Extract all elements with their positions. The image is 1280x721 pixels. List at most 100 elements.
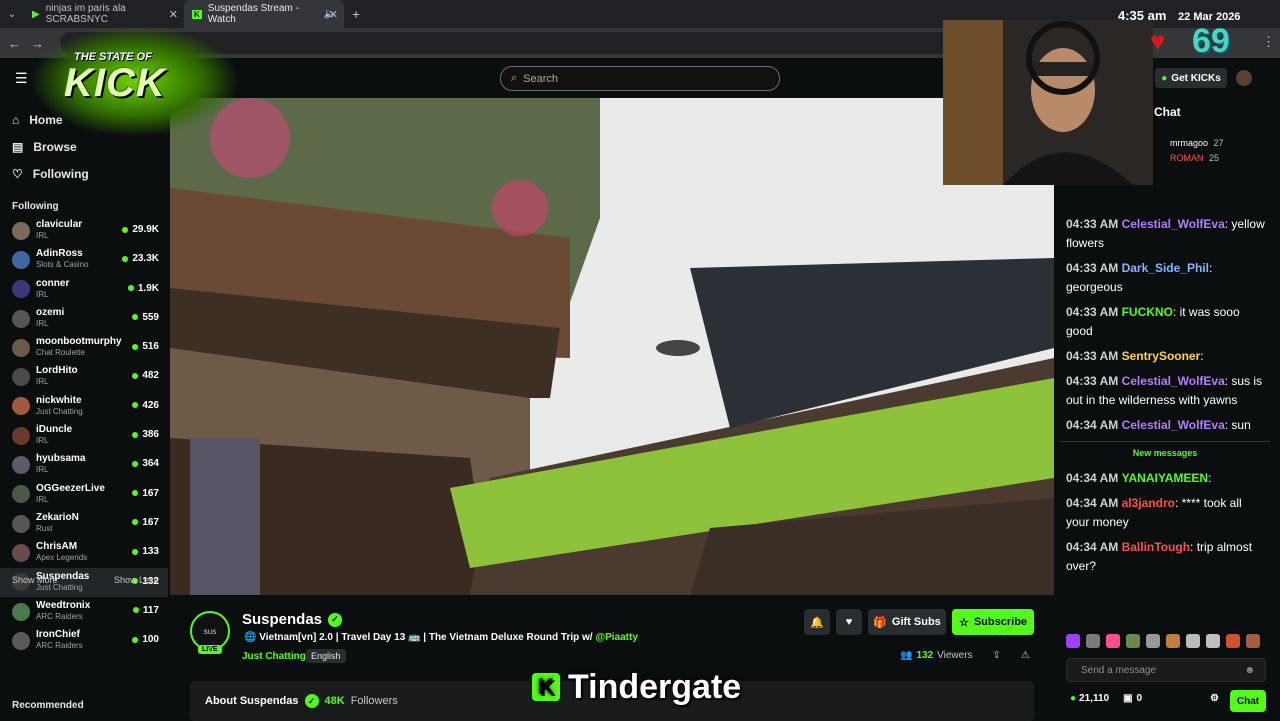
- menu-dots-icon[interactable]: ⋮: [1262, 34, 1275, 50]
- gift-subs-button[interactable]: 🎁 Gift Subs: [868, 609, 946, 635]
- chat-message: 04:33 AM Celestial_WolfEva: sus is out i…: [1066, 374, 1263, 407]
- streamer-webcam-overlay: [943, 20, 1153, 185]
- following-item[interactable]: LordHito IRL 482: [0, 362, 168, 391]
- chat-username[interactable]: BallinTough: [1122, 540, 1190, 554]
- following-item[interactable]: moonbootmurphy Chat Roulette 516: [0, 333, 168, 362]
- emote-icon[interactable]: [1206, 634, 1220, 648]
- chat-input[interactable]: Send a message ☻: [1066, 658, 1266, 682]
- new-tab-button[interactable]: +: [352, 6, 360, 22]
- following-viewers: 1.9K: [127, 283, 159, 294]
- browse-icon: ▤: [12, 139, 24, 154]
- back-icon[interactable]: ←: [8, 36, 21, 51]
- category-link[interactable]: Just Chatting: [242, 651, 306, 662]
- settings-gear-icon[interactable]: ⚙: [1210, 693, 1219, 704]
- new-messages-divider[interactable]: New messages: [1060, 441, 1270, 463]
- emote-icon[interactable]: [1246, 634, 1260, 648]
- avatar: [12, 602, 30, 621]
- following-name: OGGeezerLive: [36, 482, 105, 494]
- kick-logo-icon: K: [532, 673, 560, 701]
- heart-overlay-icon: ♥: [1150, 26, 1166, 56]
- browser-tab-2[interactable]: K Suspendas Stream - Watch 🔈 ✕: [184, 0, 344, 28]
- chat-username[interactable]: Celestial_WolfEva: [1122, 217, 1225, 231]
- chat-username[interactable]: YANAIYAMEEN: [1122, 471, 1208, 485]
- chat-message: 04:33 AM SentrySooner:: [1066, 349, 1204, 363]
- following-item[interactable]: iDuncle IRL 386: [0, 421, 168, 450]
- following-viewers: 482: [132, 370, 159, 381]
- bell-icon: 🔔: [810, 616, 824, 629]
- live-badge: LIVE: [198, 645, 222, 654]
- tab-title: ninjas im paris ala SCRABSNYC: [45, 3, 126, 25]
- emote-icon[interactable]: [1126, 634, 1140, 648]
- tab-menu-icon[interactable]: ⌄: [0, 9, 24, 20]
- user-avatar[interactable]: [1236, 70, 1252, 86]
- chat-timestamp: 04:33 AM: [1066, 305, 1119, 319]
- show-less-button[interactable]: Show Less: [114, 575, 158, 585]
- emote-icon[interactable]: [1106, 634, 1120, 648]
- live-dot-icon: [132, 607, 139, 614]
- close-tab-icon[interactable]: ✕: [169, 8, 178, 21]
- chat-username[interactable]: al3jandro: [1122, 496, 1175, 510]
- mention-link[interactable]: @Piaatty: [595, 632, 638, 643]
- following-name: nickwhite: [36, 394, 82, 406]
- emote-icon[interactable]: [1066, 634, 1080, 648]
- chat-message: 04:34 AM al3jandro: **** took all your m…: [1066, 496, 1242, 529]
- forward-icon[interactable]: →: [31, 36, 44, 51]
- video-player[interactable]: [170, 98, 1054, 595]
- chat-username[interactable]: Celestial_WolfEva: [1122, 374, 1225, 388]
- following-category: Just Chatting: [36, 406, 83, 416]
- following-item[interactable]: ChrisAM Apex Legends 133: [0, 538, 168, 567]
- emote-icon[interactable]: [1186, 634, 1200, 648]
- following-item[interactable]: OGGeezerLive IRL 167: [0, 480, 168, 509]
- following-item[interactable]: nickwhite Just Chatting 426: [0, 392, 168, 421]
- close-tab-icon[interactable]: ✕: [329, 8, 338, 21]
- following-item[interactable]: Weedtronix ARC Raiders 117: [0, 597, 168, 626]
- following-item[interactable]: ZekarioN Rust 167: [0, 509, 168, 538]
- chat-username[interactable]: SentrySooner: [1122, 349, 1201, 363]
- avatar: [12, 338, 30, 357]
- heart-icon: ♡: [12, 166, 23, 181]
- following-name: IronChief: [36, 629, 80, 641]
- following-item[interactable]: hyubsama IRL 364: [0, 450, 168, 479]
- notification-bell-button[interactable]: 🔔: [804, 609, 830, 635]
- chat-username[interactable]: Dark_Side_Phil: [1122, 261, 1209, 275]
- live-dot-icon: [132, 519, 139, 526]
- chat-username[interactable]: FUCKNO: [1122, 305, 1173, 319]
- browser-tab-1[interactable]: ▶ ninjas im paris ala SCRABSNYC ✕: [24, 0, 184, 28]
- chat-send-button[interactable]: Chat: [1230, 690, 1266, 712]
- chat-username[interactable]: Celestial_WolfEva: [1122, 418, 1225, 432]
- following-item[interactable]: clavicular IRL 29.9K: [0, 216, 168, 245]
- following-item[interactable]: conner IRL 1.9K: [0, 275, 168, 304]
- live-dot-icon: [132, 402, 139, 409]
- following-name: ChrisAM: [36, 541, 78, 553]
- gift-icon: 🎁: [873, 616, 887, 629]
- following-category: IRL: [36, 289, 49, 299]
- sidebar-nav-following[interactable]: ♡ Following: [0, 160, 168, 187]
- following-section-title: Following: [12, 201, 59, 212]
- emote-icon[interactable]: [1086, 634, 1100, 648]
- search-input[interactable]: ⌕ Search: [500, 66, 780, 91]
- webcam-image: [943, 20, 1153, 185]
- kicks-icon: ●: [1161, 72, 1168, 84]
- following-item[interactable]: ozemi IRL 559: [0, 304, 168, 333]
- emoji-icon[interactable]: ☻: [1244, 665, 1255, 676]
- sidebar-nav-browse[interactable]: ▤ Browse: [0, 133, 168, 160]
- get-kicks-button[interactable]: ● Get KICKs: [1155, 68, 1227, 88]
- subscribe-button[interactable]: ☆ Subscribe: [952, 609, 1034, 635]
- hamburger-icon[interactable]: ☰: [15, 70, 28, 87]
- report-icon[interactable]: ⚠: [1021, 650, 1030, 661]
- following-name: conner: [36, 277, 70, 289]
- emote-icon[interactable]: [1146, 634, 1160, 648]
- language-tag[interactable]: English: [306, 649, 346, 663]
- channel-name[interactable]: Suspendas ✓: [242, 611, 343, 628]
- emote-icon[interactable]: [1226, 634, 1240, 648]
- follow-button[interactable]: ♥: [836, 609, 862, 635]
- chat-timestamp: 04:33 AM: [1066, 217, 1119, 231]
- following-item[interactable]: IronChief ARC Raiders 100: [0, 626, 168, 655]
- following-name: iDuncle: [36, 424, 73, 436]
- emote-icon[interactable]: [1166, 634, 1180, 648]
- following-item[interactable]: AdinRoss Slots & Casino 23.3K: [0, 245, 168, 274]
- avatar: [12, 397, 30, 416]
- share-icon[interactable]: ⇪: [993, 650, 1001, 661]
- show-more-button[interactable]: Show More: [12, 575, 58, 585]
- live-dot-icon: [132, 431, 139, 438]
